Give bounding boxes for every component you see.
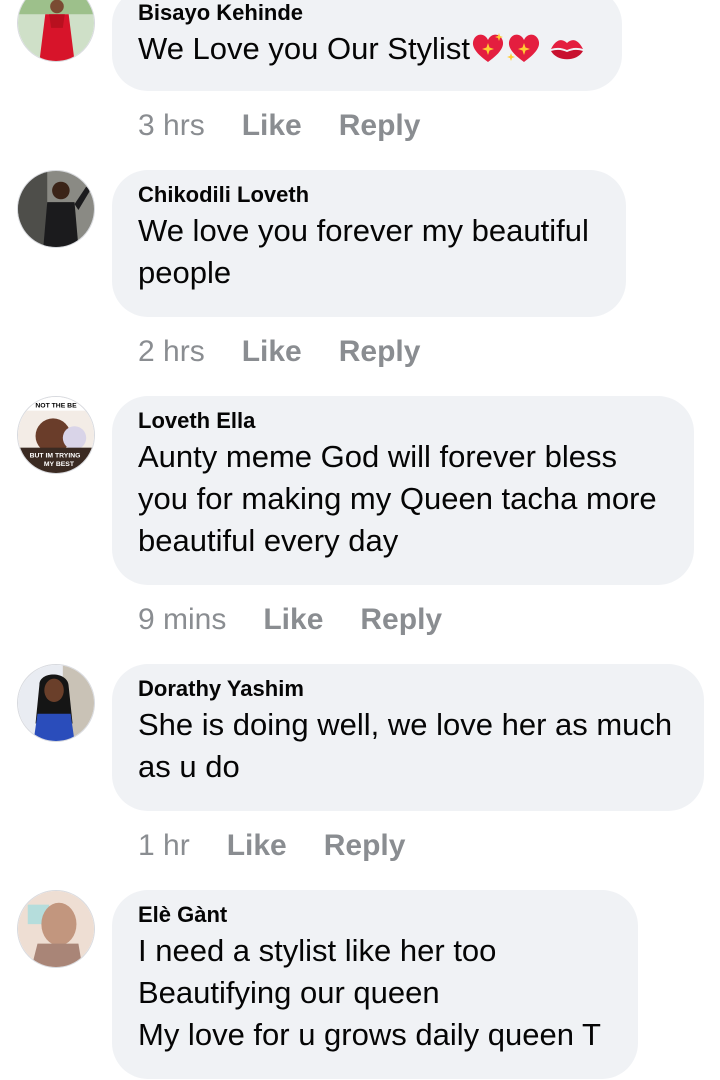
comment-bubble: Dorathy Yashim She is doing well, we lov… (112, 664, 704, 811)
comment-bubble: Chikodili Loveth We love you forever my … (112, 170, 626, 317)
comment-timestamp[interactable]: 9 mins (138, 602, 226, 638)
comment-actions: 9 mins Like Reply (138, 602, 479, 638)
comment-text: We love you forever my beautiful people (138, 213, 589, 290)
comment-text: Aunty meme God will forever bless you fo… (138, 439, 657, 558)
avatar[interactable] (17, 890, 95, 968)
comment-author[interactable]: Bisayo Kehinde (138, 0, 596, 28)
reply-button[interactable]: Reply (360, 602, 442, 638)
avatar-photo (18, 171, 94, 247)
reply-button[interactable]: Reply (339, 108, 421, 144)
comment-author[interactable]: Dorathy Yashim (138, 674, 678, 704)
avatar-photo (18, 0, 94, 61)
comment-bubble: Elè Gànt I need a stylist like her too B… (112, 890, 638, 1079)
avatar-caption-bottom: MY BEST (44, 461, 75, 468)
sparkling-heart-icon (470, 31, 506, 76)
avatar-photo (18, 665, 94, 741)
avatar-photo: NOT THE BE BUT IM TRYING MY BEST (18, 397, 94, 473)
comment-actions: 2 hrs Like Reply (138, 334, 457, 370)
comment-thread: Bisayo Kehinde We Love you Our Stylist 3… (0, 0, 720, 1080)
kiss-mark-icon (548, 34, 586, 76)
reply-button[interactable]: Reply (324, 828, 406, 864)
reply-button[interactable]: Reply (339, 334, 421, 370)
comment-bubble: Bisayo Kehinde We Love you Our Stylist (112, 0, 622, 91)
avatar[interactable] (17, 664, 95, 742)
like-button[interactable]: Like (227, 828, 287, 864)
comment-actions: 3 hrs Like Reply (138, 108, 457, 144)
like-button[interactable]: Like (263, 602, 323, 638)
like-button[interactable]: Like (242, 334, 302, 370)
avatar-caption-middle: BUT IM TRYING (30, 452, 81, 459)
avatar[interactable]: NOT THE BE BUT IM TRYING MY BEST (17, 396, 95, 474)
like-button[interactable]: Like (242, 108, 302, 144)
comment-text: I need a stylist like her too Beautifyin… (138, 933, 601, 1052)
comment-bubble: Loveth Ella Aunty meme God will forever … (112, 396, 694, 585)
comment-author[interactable]: Chikodili Loveth (138, 180, 600, 210)
avatar[interactable] (17, 170, 95, 248)
comment-text: We Love you Our Stylist (138, 28, 596, 76)
avatar-photo (18, 891, 94, 967)
comment-timestamp[interactable]: 2 hrs (138, 334, 205, 370)
comment-actions: 1 hr Like Reply (138, 828, 442, 864)
avatar[interactable] (17, 0, 95, 62)
comment-timestamp[interactable]: 1 hr (138, 828, 190, 864)
comment-text: She is doing well, we love her as much a… (138, 707, 673, 784)
comment-timestamp[interactable]: 3 hrs (138, 108, 205, 144)
avatar-caption-top: NOT THE BE (35, 403, 77, 410)
comment-author[interactable]: Loveth Ella (138, 406, 668, 436)
sparkling-heart-icon (506, 31, 542, 76)
comment-author[interactable]: Elè Gànt (138, 900, 612, 930)
